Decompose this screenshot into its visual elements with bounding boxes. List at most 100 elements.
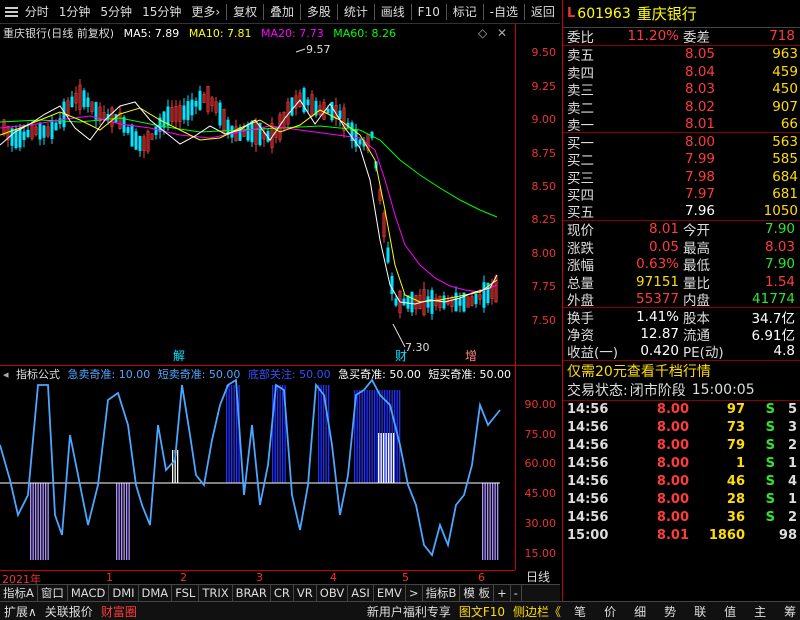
tab-price[interactable]: 价 [595, 603, 625, 620]
volume: 1050 [763, 203, 798, 220]
commission-row: 委比 11.20% 委差 718 [563, 28, 800, 46]
f10-button[interactable]: F10 [413, 5, 445, 19]
overlay-button[interactable]: 叠加 [265, 3, 299, 20]
x-label: 3 [256, 571, 263, 584]
stat-row: 涨幅 0.63% 最低 7.90 [563, 256, 800, 274]
axis-label: 8.00 [531, 247, 557, 260]
value: 7.90 [764, 256, 795, 273]
volume: 907 [772, 98, 798, 115]
draw-line-button[interactable]: 画线 [376, 3, 410, 20]
status-time: 15:00:05 [691, 382, 755, 398]
signal-bar [356, 390, 358, 483]
related-quotes-button[interactable]: 关联报价 [41, 603, 97, 620]
candle-body [190, 99, 194, 116]
tab-indicator-a[interactable]: 指标A [0, 585, 38, 601]
back-button[interactable]: 返回 [526, 3, 560, 20]
multi-stock-button[interactable]: 多股 [302, 3, 336, 20]
tab-dmi[interactable]: DMI [109, 585, 139, 601]
more-button[interactable]: 更多› [186, 3, 225, 20]
f10-graphic-link[interactable]: 图文F10 [455, 603, 509, 620]
price: 8.00 [656, 420, 689, 435]
tab-chips[interactable]: 筹 [775, 603, 800, 620]
value: 12.87 [640, 326, 679, 343]
label: 内盘 [683, 292, 710, 309]
diamond-icon[interactable]: ◇ [478, 26, 487, 40]
candle-body [474, 293, 478, 305]
expand-button[interactable]: 扩展∧ [0, 603, 41, 620]
remove-watchlist-button[interactable]: -自选 [485, 3, 523, 20]
tab-vr[interactable]: VR [294, 585, 317, 601]
candle-body [430, 290, 434, 314]
event-cai-label[interactable]: 财 [395, 349, 407, 363]
signal-bar [279, 385, 281, 483]
stats-button[interactable]: 统计 [339, 3, 373, 20]
tab-emv[interactable]: EMV [374, 585, 406, 601]
tab-1min[interactable]: 1分钟 [54, 3, 96, 20]
price: 8.01 [684, 115, 715, 132]
tab-fsl[interactable]: FSL [172, 585, 200, 601]
tab-dma[interactable]: DMA [139, 585, 173, 601]
x-label: 6 [478, 571, 485, 584]
tab-trend[interactable]: 势 [655, 603, 685, 620]
sidebar-toggle[interactable]: 侧边栏《 [509, 603, 565, 620]
tab-template[interactable]: 模 板 [460, 585, 495, 601]
tab-15min[interactable]: 15分钟 [137, 3, 186, 20]
price: 8.00 [656, 492, 689, 507]
side: S [765, 474, 775, 489]
value: 7.90 [764, 221, 795, 238]
candle-body [86, 97, 90, 107]
indicator-chart[interactable] [0, 365, 515, 570]
signal-bar [390, 433, 392, 483]
signal-bar [277, 385, 279, 483]
tab-intraday[interactable]: 分时 [20, 3, 54, 20]
tab-asi[interactable]: ASI [348, 585, 374, 601]
tab-window[interactable]: 窗口 [38, 585, 68, 601]
signal-bar [328, 385, 330, 483]
new-user-welfare-link[interactable]: 新用户福利专享 [363, 603, 455, 620]
price: 8.04 [684, 63, 715, 80]
price-axis: 9.50 9.25 9.00 8.75 8.50 8.25 8.00 7.75 … [515, 24, 561, 570]
add-button[interactable]: + [494, 585, 511, 601]
tab-trades[interactable]: 笔 [565, 603, 595, 620]
signal-bar [378, 433, 380, 483]
wealth-circle-button[interactable]: 财富圈 [97, 603, 141, 620]
volume: 79 [726, 438, 745, 453]
tab-brar[interactable]: BRAR [233, 585, 271, 601]
tab-macd[interactable]: MACD [68, 585, 110, 601]
tab-trix[interactable]: TRIX [199, 585, 233, 601]
adjust-button[interactable]: 复权 [228, 3, 262, 20]
candle-body [358, 139, 362, 145]
signal-bar [369, 390, 371, 483]
promo-link[interactable]: 仅需20元查看千档行情 [563, 361, 800, 381]
value: 0.05 [648, 238, 679, 255]
tab-indicator-b[interactable]: 指标B [423, 585, 461, 601]
divider [482, 3, 484, 20]
period-selector[interactable]: 日线 [516, 568, 560, 584]
tab-main[interactable]: 主 [745, 603, 775, 620]
tab-more[interactable]: > [406, 585, 423, 601]
tab-related[interactable]: 联 [685, 603, 715, 620]
tab-obv[interactable]: OBV [317, 585, 349, 601]
candle-body [246, 124, 250, 141]
menu-icon[interactable] [3, 4, 20, 20]
ind-axis-label: 45.00 [524, 487, 557, 500]
tab-detail[interactable]: 细 [625, 603, 655, 620]
order-book-row: 卖四 8.04 459 [563, 63, 800, 82]
candle-body [42, 125, 46, 138]
tab-value[interactable]: 值 [715, 603, 745, 620]
event-jie-label[interactable]: 解 [173, 349, 185, 363]
event-zeng-label[interactable]: 增 [465, 349, 477, 363]
mark-button[interactable]: 标记 [448, 3, 482, 20]
tab-5min[interactable]: 5分钟 [95, 3, 137, 20]
close-icon[interactable]: ✕ [497, 26, 507, 40]
remove-button[interactable]: - [511, 585, 522, 601]
volume: 36 [726, 510, 745, 525]
bottom-bar: 扩展∧ 关联报价 财富圈 新用户福利专享 图文F10 侧边栏《 笔 价 细 势 … [0, 601, 800, 620]
tab-cr[interactable]: CR [271, 585, 294, 601]
candle-body [94, 102, 98, 120]
signal-bar [226, 385, 228, 483]
label: 委比 [567, 30, 594, 47]
candlestick-chart[interactable]: 9.57 7.30 解 财 增 [0, 40, 515, 365]
signal-bar [231, 385, 233, 483]
volume: 684 [772, 168, 798, 185]
